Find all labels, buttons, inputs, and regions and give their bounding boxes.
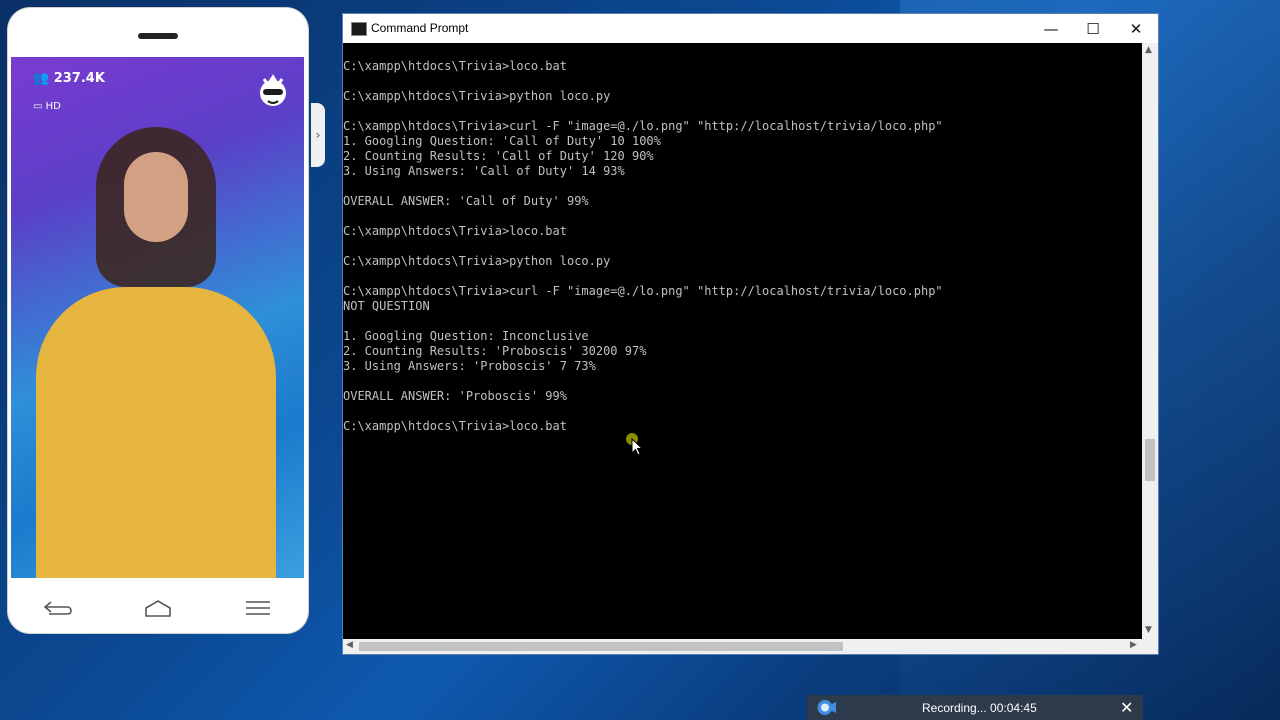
scroll-right-icon[interactable]: ▶ xyxy=(1130,640,1137,650)
phone-speaker xyxy=(138,33,178,39)
viewers-icon: 👥 xyxy=(33,71,50,86)
phone-screen[interactable]: 👥 237.4K ▭ HD xyxy=(11,57,304,578)
hd-text: HD xyxy=(45,101,61,112)
recording-close-button[interactable]: ✕ xyxy=(1120,698,1133,718)
scroll-down-icon[interactable]: ▼ xyxy=(1145,625,1152,635)
close-button[interactable]: ✕ xyxy=(1114,14,1158,43)
hd-label: ▭ HD xyxy=(33,101,61,112)
horizontal-scrollbar[interactable]: ◀ ▶ xyxy=(343,639,1142,654)
host-body xyxy=(36,287,276,578)
vertical-scroll-thumb[interactable] xyxy=(1145,439,1155,481)
home-button[interactable] xyxy=(138,593,178,623)
home-icon xyxy=(145,600,171,617)
phone-mirror: 👥 237.4K ▭ HD › xyxy=(8,8,325,633)
console-text: C:\xampp\htdocs\Trivia>loco.bat C:\xampp… xyxy=(343,59,943,433)
recording-bar: Recording... 00:04:45 ✕ xyxy=(807,695,1143,720)
minimize-button[interactable]: — xyxy=(1029,14,1073,43)
cmd-icon xyxy=(351,22,367,36)
title-bar[interactable]: Command Prompt — ☐ ✕ xyxy=(343,14,1158,43)
app-logo-icon[interactable] xyxy=(258,71,288,111)
menu-icon xyxy=(246,601,270,615)
phone-nav-bar xyxy=(8,583,308,633)
host-face xyxy=(124,152,188,242)
viewer-count-value: 237.4K xyxy=(53,71,105,86)
viewer-count: 👥 237.4K xyxy=(33,71,105,86)
horizontal-scroll-thumb[interactable] xyxy=(359,642,843,651)
scrollbar-corner xyxy=(1142,639,1158,654)
maximize-button[interactable]: ☐ xyxy=(1071,14,1115,43)
camera-icon[interactable] xyxy=(816,699,836,716)
hd-icon: ▭ xyxy=(33,101,43,112)
back-icon xyxy=(43,601,72,615)
vertical-scrollbar[interactable]: ▲ ▼ xyxy=(1142,43,1158,639)
window-title: Command Prompt xyxy=(371,21,469,35)
mouse-cursor-icon xyxy=(626,433,644,456)
back-button[interactable] xyxy=(38,593,78,623)
console-output[interactable]: C:\xampp\htdocs\Trivia>loco.bat C:\xampp… xyxy=(343,43,1142,639)
scroll-up-icon[interactable]: ▲ xyxy=(1145,45,1152,55)
recording-status: Recording... 00:04:45 xyxy=(922,701,1037,715)
menu-button[interactable] xyxy=(238,593,278,623)
command-prompt-window: Command Prompt — ☐ ✕ C:\xampp\htdocs\Tri… xyxy=(342,13,1159,655)
scroll-left-icon[interactable]: ◀ xyxy=(346,640,353,650)
side-panel-arrow[interactable]: › xyxy=(311,103,325,167)
